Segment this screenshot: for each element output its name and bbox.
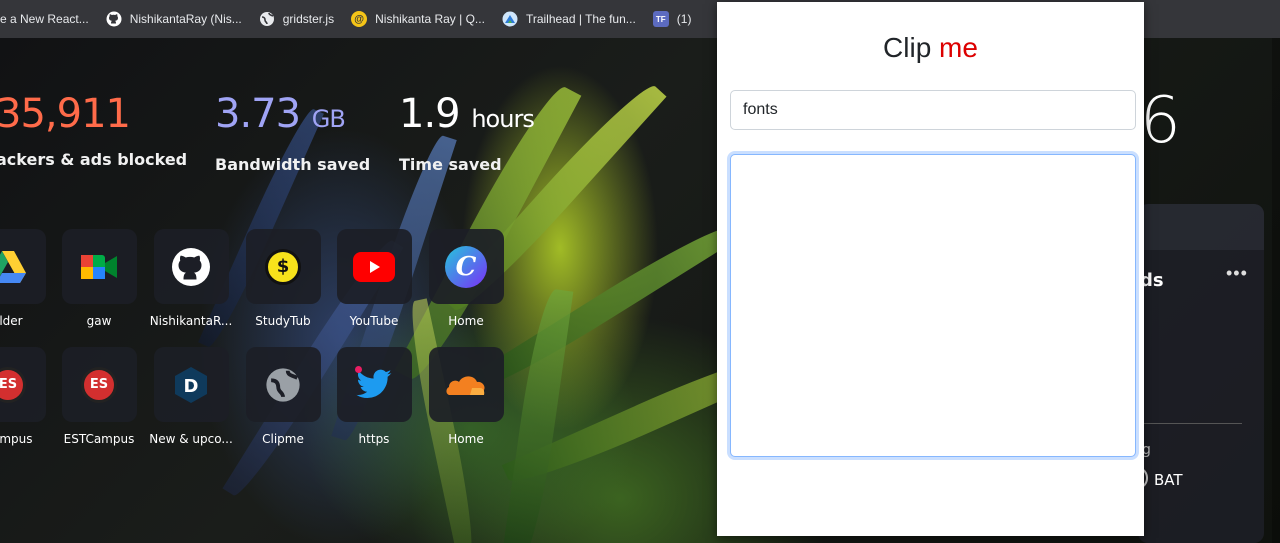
stat-unit: hours <box>471 105 534 133</box>
tile-https[interactable]: https <box>328 347 420 446</box>
more-options-icon[interactable]: ••• <box>1226 263 1248 284</box>
bookmark-tf[interactable]: TF (1) <box>645 5 701 33</box>
tile-label: NishikantaR... <box>149 314 233 328</box>
tile-box: ES <box>0 347 46 422</box>
tile-label: New & upco... <box>149 432 233 446</box>
stat-bandwidth-saved: 3.73 GB Bandwidth saved <box>215 92 370 174</box>
tile-github[interactable]: NishikantaR... <box>145 229 237 328</box>
clipme-popup: Clip me <box>717 2 1144 536</box>
canva-icon: C <box>445 245 487 288</box>
tile-box <box>245 347 321 422</box>
tile-box: D <box>153 347 229 422</box>
google-meet-icon <box>81 254 117 279</box>
tile-gaw[interactable]: gaw <box>53 229 145 328</box>
d-logo-icon: D <box>175 366 207 403</box>
stat-unit: GB <box>311 105 346 133</box>
tile-box <box>153 229 229 304</box>
tile-box: ES <box>61 347 137 422</box>
cloudflare-icon <box>446 375 485 395</box>
globe-icon <box>259 11 275 27</box>
tile-label: Clipme <box>262 432 304 446</box>
clock-digit: 6 <box>1140 84 1181 158</box>
tile-label: https <box>358 432 390 446</box>
stat-label: ackers & ads blocked <box>0 150 188 169</box>
quora-icon: @ <box>351 11 368 27</box>
scrollbar[interactable] <box>1272 38 1280 543</box>
clip-content-textarea[interactable] <box>730 154 1136 457</box>
tile-box <box>428 347 504 422</box>
card-divider <box>1138 423 1242 424</box>
tile-home-canva[interactable]: C Home <box>420 229 512 328</box>
tile-box: $ <box>245 229 321 304</box>
stat-label: Bandwidth saved <box>215 155 371 174</box>
svg-text:D: D <box>184 376 199 397</box>
bookmark-github[interactable]: NishikantaRay (Nis... <box>98 5 251 33</box>
tf-icon: TF <box>652 11 669 27</box>
tile-clipme[interactable]: Clipme <box>237 347 329 446</box>
clip-title-input[interactable] <box>730 90 1136 130</box>
popup-title: Clip me <box>717 32 1144 64</box>
stat-value: 3.73 <box>215 91 301 137</box>
bookmark-label: Trailhead | The fun... <box>525 12 636 26</box>
tile-label: StudyTub <box>255 314 311 328</box>
tile-box <box>336 347 412 422</box>
github-icon <box>106 11 122 27</box>
bat-label: BAT <box>1154 471 1183 489</box>
globe-icon <box>266 367 300 402</box>
bookmark-label: NishikantaRay (Nis... <box>129 12 242 26</box>
tile-label: ampus <box>0 432 33 446</box>
tile-estcampus[interactable]: ES ESTCampus <box>53 347 145 446</box>
stat-value: 1.9 <box>399 91 461 137</box>
bookmark-label: Nishikanta Ray | Q... <box>375 12 485 26</box>
bookmark-quora[interactable]: @ Nishikanta Ray | Q... <box>343 5 494 33</box>
title-accent: me <box>939 32 978 63</box>
google-drive-icon <box>0 250 26 283</box>
bookmark-react[interactable]: e a New React... <box>0 5 98 33</box>
tile-label: Home <box>448 314 484 328</box>
stat-label: Time saved <box>399 155 502 174</box>
tile-label: YouTube <box>349 314 399 328</box>
tile-box <box>61 229 137 304</box>
news-card <box>1138 204 1264 543</box>
bookmark-label: e a New React... <box>0 12 89 26</box>
tile-box <box>0 229 46 304</box>
bookmark-trailhead[interactable]: Trailhead | The fun... <box>494 5 645 33</box>
bookmark-label: (1) <box>676 12 692 26</box>
tile-label: ESTCampus <box>63 432 135 446</box>
stat-trackers-blocked: 35,911 ackers & ads blocked <box>0 92 187 169</box>
github-icon <box>172 247 210 286</box>
stat-time-saved: 1.9 hours Time saved <box>399 91 535 174</box>
estcampus-icon: ES <box>81 366 117 403</box>
tile-home-cloudflare[interactable]: Home <box>420 347 512 446</box>
tile-new-upcoming[interactable]: D New & upco... <box>145 347 237 446</box>
stat-value: 35,911 <box>0 91 131 137</box>
bookmark-gridster[interactable]: gridster.js <box>251 5 343 33</box>
twitter-icon <box>356 369 392 398</box>
tile-box <box>336 229 412 304</box>
tile-youtube[interactable]: YouTube <box>328 229 420 328</box>
trailhead-icon <box>502 11 518 27</box>
tile-label: older <box>0 314 23 328</box>
tile-folder[interactable]: older <box>0 229 54 328</box>
estcampus-icon: ES <box>0 366 26 403</box>
tile-campus[interactable]: ES ampus <box>0 347 54 446</box>
tile-box: C <box>428 229 504 304</box>
youtube-icon <box>353 251 395 282</box>
bookmark-label: gridster.js <box>282 12 335 26</box>
tile-studytub[interactable]: $ StudyTub <box>237 229 329 328</box>
studytub-icon: $ <box>265 248 301 285</box>
title-main: Clip <box>883 32 932 63</box>
card-header <box>1138 204 1264 250</box>
tile-label: Home <box>448 432 484 446</box>
tile-label: gaw <box>86 314 112 328</box>
